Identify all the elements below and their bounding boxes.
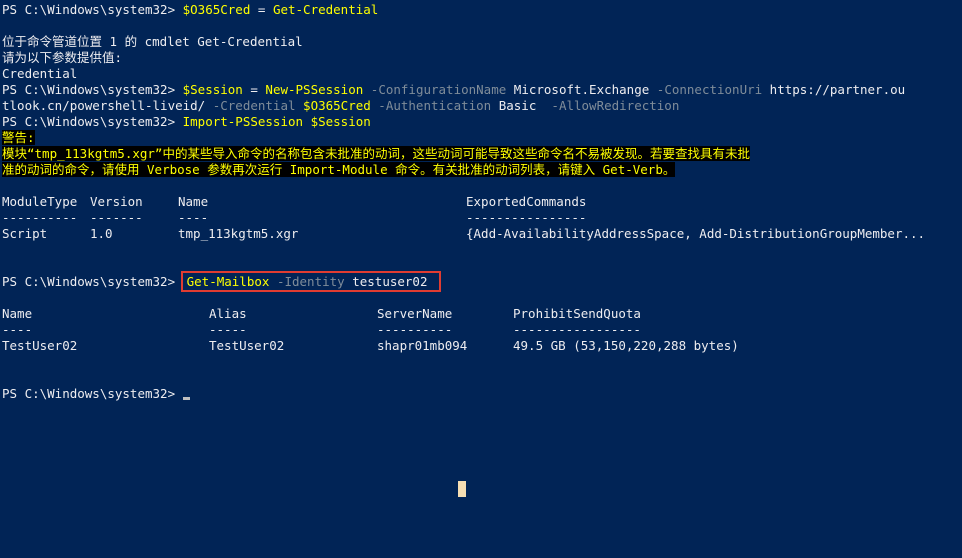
output-text: 请为以下参数提供值: bbox=[2, 50, 123, 65]
table-cell: tmp_113kgtm5.xgr bbox=[178, 226, 299, 241]
table-cell: TestUser02 bbox=[209, 338, 285, 353]
column-underline: ----- bbox=[209, 322, 247, 337]
warning-line: 模块“tmp_113kgtm5.xgr”中的某些导入命令的名称包含未批准的动词，… bbox=[2, 146, 962, 162]
column-underline: ----------------- bbox=[513, 322, 641, 337]
argument: https://partner.ou bbox=[762, 82, 906, 97]
warning-line: 准的动词的命令，请使用 Verbose 参数再次运行 Import-Module… bbox=[2, 162, 962, 178]
parameter: -ConnectionUri bbox=[649, 82, 763, 97]
table-cell: 49.5 GB (53,150,220,288 bytes) bbox=[513, 338, 739, 353]
column-header: Alias bbox=[209, 306, 247, 321]
cmdlet: Get-Mailbox bbox=[186, 274, 270, 289]
column-header: Name bbox=[2, 306, 33, 321]
variable: $Session bbox=[182, 82, 243, 97]
column-header: ModuleType bbox=[2, 194, 78, 209]
parameter: -ConfigurationName bbox=[363, 82, 507, 97]
column-underline: ---------------- bbox=[466, 210, 587, 225]
table-cell: TestUser02 bbox=[2, 338, 78, 353]
command-line-session: PS C:\Windows\system32> $Session = New-P… bbox=[2, 82, 962, 98]
column-header: Name bbox=[178, 194, 209, 209]
table-cell: 1.0 bbox=[90, 226, 113, 241]
column-underline: ---- bbox=[2, 322, 33, 337]
warning-label: 警告: bbox=[2, 130, 35, 145]
prompt: PS C:\Windows\system32> bbox=[2, 2, 183, 17]
column-header: ServerName bbox=[377, 306, 453, 321]
table-cell: shapr01mb094 bbox=[377, 338, 468, 353]
column-header: ExportedCommands bbox=[466, 194, 587, 209]
command-line-session-wrap: tlook.cn/powershell-liveid/ -Credential … bbox=[2, 98, 962, 114]
output-text: Credential bbox=[2, 66, 78, 81]
command-line-get-mailbox: PS C:\Windows\system32> Get-Mailbox -Ide… bbox=[2, 271, 962, 292]
prompt: PS C:\Windows\system32> bbox=[2, 386, 183, 401]
parameter: -AllowRedirection bbox=[543, 98, 680, 113]
command-line-import: PS C:\Windows\system32> Import-PSSession… bbox=[2, 114, 962, 130]
module-table-header: ModuleType Version Name ExportedCommands bbox=[2, 194, 962, 210]
column-underline: ---- bbox=[178, 210, 209, 225]
table-cell: {Add-AvailabilityAddressSpace, Add-Distr… bbox=[466, 226, 926, 241]
argument: testuser02 bbox=[344, 274, 428, 289]
mailbox-table-underline: ---- ----- ---------- ----------------- bbox=[2, 322, 962, 338]
column-underline: ------- bbox=[90, 210, 143, 225]
argument: tlook.cn/powershell-liveid/ bbox=[2, 98, 206, 113]
prompt: PS C:\Windows\system32> bbox=[2, 274, 183, 289]
warning-text: 模块“tmp_113kgtm5.xgr”中的某些导入命令的名称包含未批准的动词，… bbox=[2, 146, 750, 161]
column-underline: ---------- bbox=[377, 322, 453, 337]
table-row: Script 1.0 tmp_113kgtm5.xgr {Add-Availabili… bbox=[2, 226, 962, 242]
argument: Microsoft.Exchange bbox=[506, 82, 650, 97]
operator: = bbox=[250, 2, 273, 17]
operator: = bbox=[242, 82, 266, 97]
parameter: -Authentication bbox=[370, 98, 492, 113]
parameter: -Identity bbox=[269, 274, 345, 289]
table-cell: Script bbox=[2, 226, 48, 241]
current-prompt-line[interactable]: PS C:\Windows\system32> bbox=[2, 386, 962, 402]
variable: $O365Cred bbox=[182, 2, 251, 17]
variable: $O365Cred bbox=[295, 98, 371, 113]
module-table-underline: ---------- ------- ---- ---------------- bbox=[2, 210, 962, 226]
text-cursor bbox=[182, 397, 190, 400]
variable: $Session bbox=[303, 114, 371, 129]
cmdlet: Import-PSSession bbox=[182, 114, 304, 129]
prompt: PS C:\Windows\system32> bbox=[2, 82, 183, 97]
mailbox-table-header: Name Alias ServerName ProhibitSendQuota bbox=[2, 306, 962, 322]
cmdlet: New-PSSession bbox=[265, 82, 364, 97]
parameter: -Credential bbox=[205, 98, 296, 113]
column-header: ProhibitSendQuota bbox=[513, 306, 641, 321]
column-header: Version bbox=[90, 194, 143, 209]
warning-text: 准的动词的命令，请使用 Verbose 参数再次运行 Import-Module… bbox=[2, 162, 676, 177]
argument: Basic bbox=[491, 98, 544, 113]
table-row: TestUser02 TestUser02 shapr01mb094 49.5 GB … bbox=[2, 338, 962, 354]
warning-title: 警告: bbox=[2, 130, 962, 146]
powershell-console[interactable]: PS C:\Windows\system32> $O365Cred = Get-… bbox=[0, 0, 962, 558]
column-underline: ---------- bbox=[2, 210, 78, 225]
highlight-box: Get-Mailbox -Identity testuser02 bbox=[180, 271, 442, 292]
output-text: 位于命令管道位置 1 的 cmdlet Get-Credential bbox=[2, 34, 303, 49]
command-line-credential: PS C:\Windows\system32> $O365Cred = Get-… bbox=[2, 2, 962, 18]
prompt: PS C:\Windows\system32> bbox=[2, 114, 183, 129]
mouse-caret-icon bbox=[458, 481, 466, 497]
cmdlet: Get-Credential bbox=[272, 2, 379, 17]
